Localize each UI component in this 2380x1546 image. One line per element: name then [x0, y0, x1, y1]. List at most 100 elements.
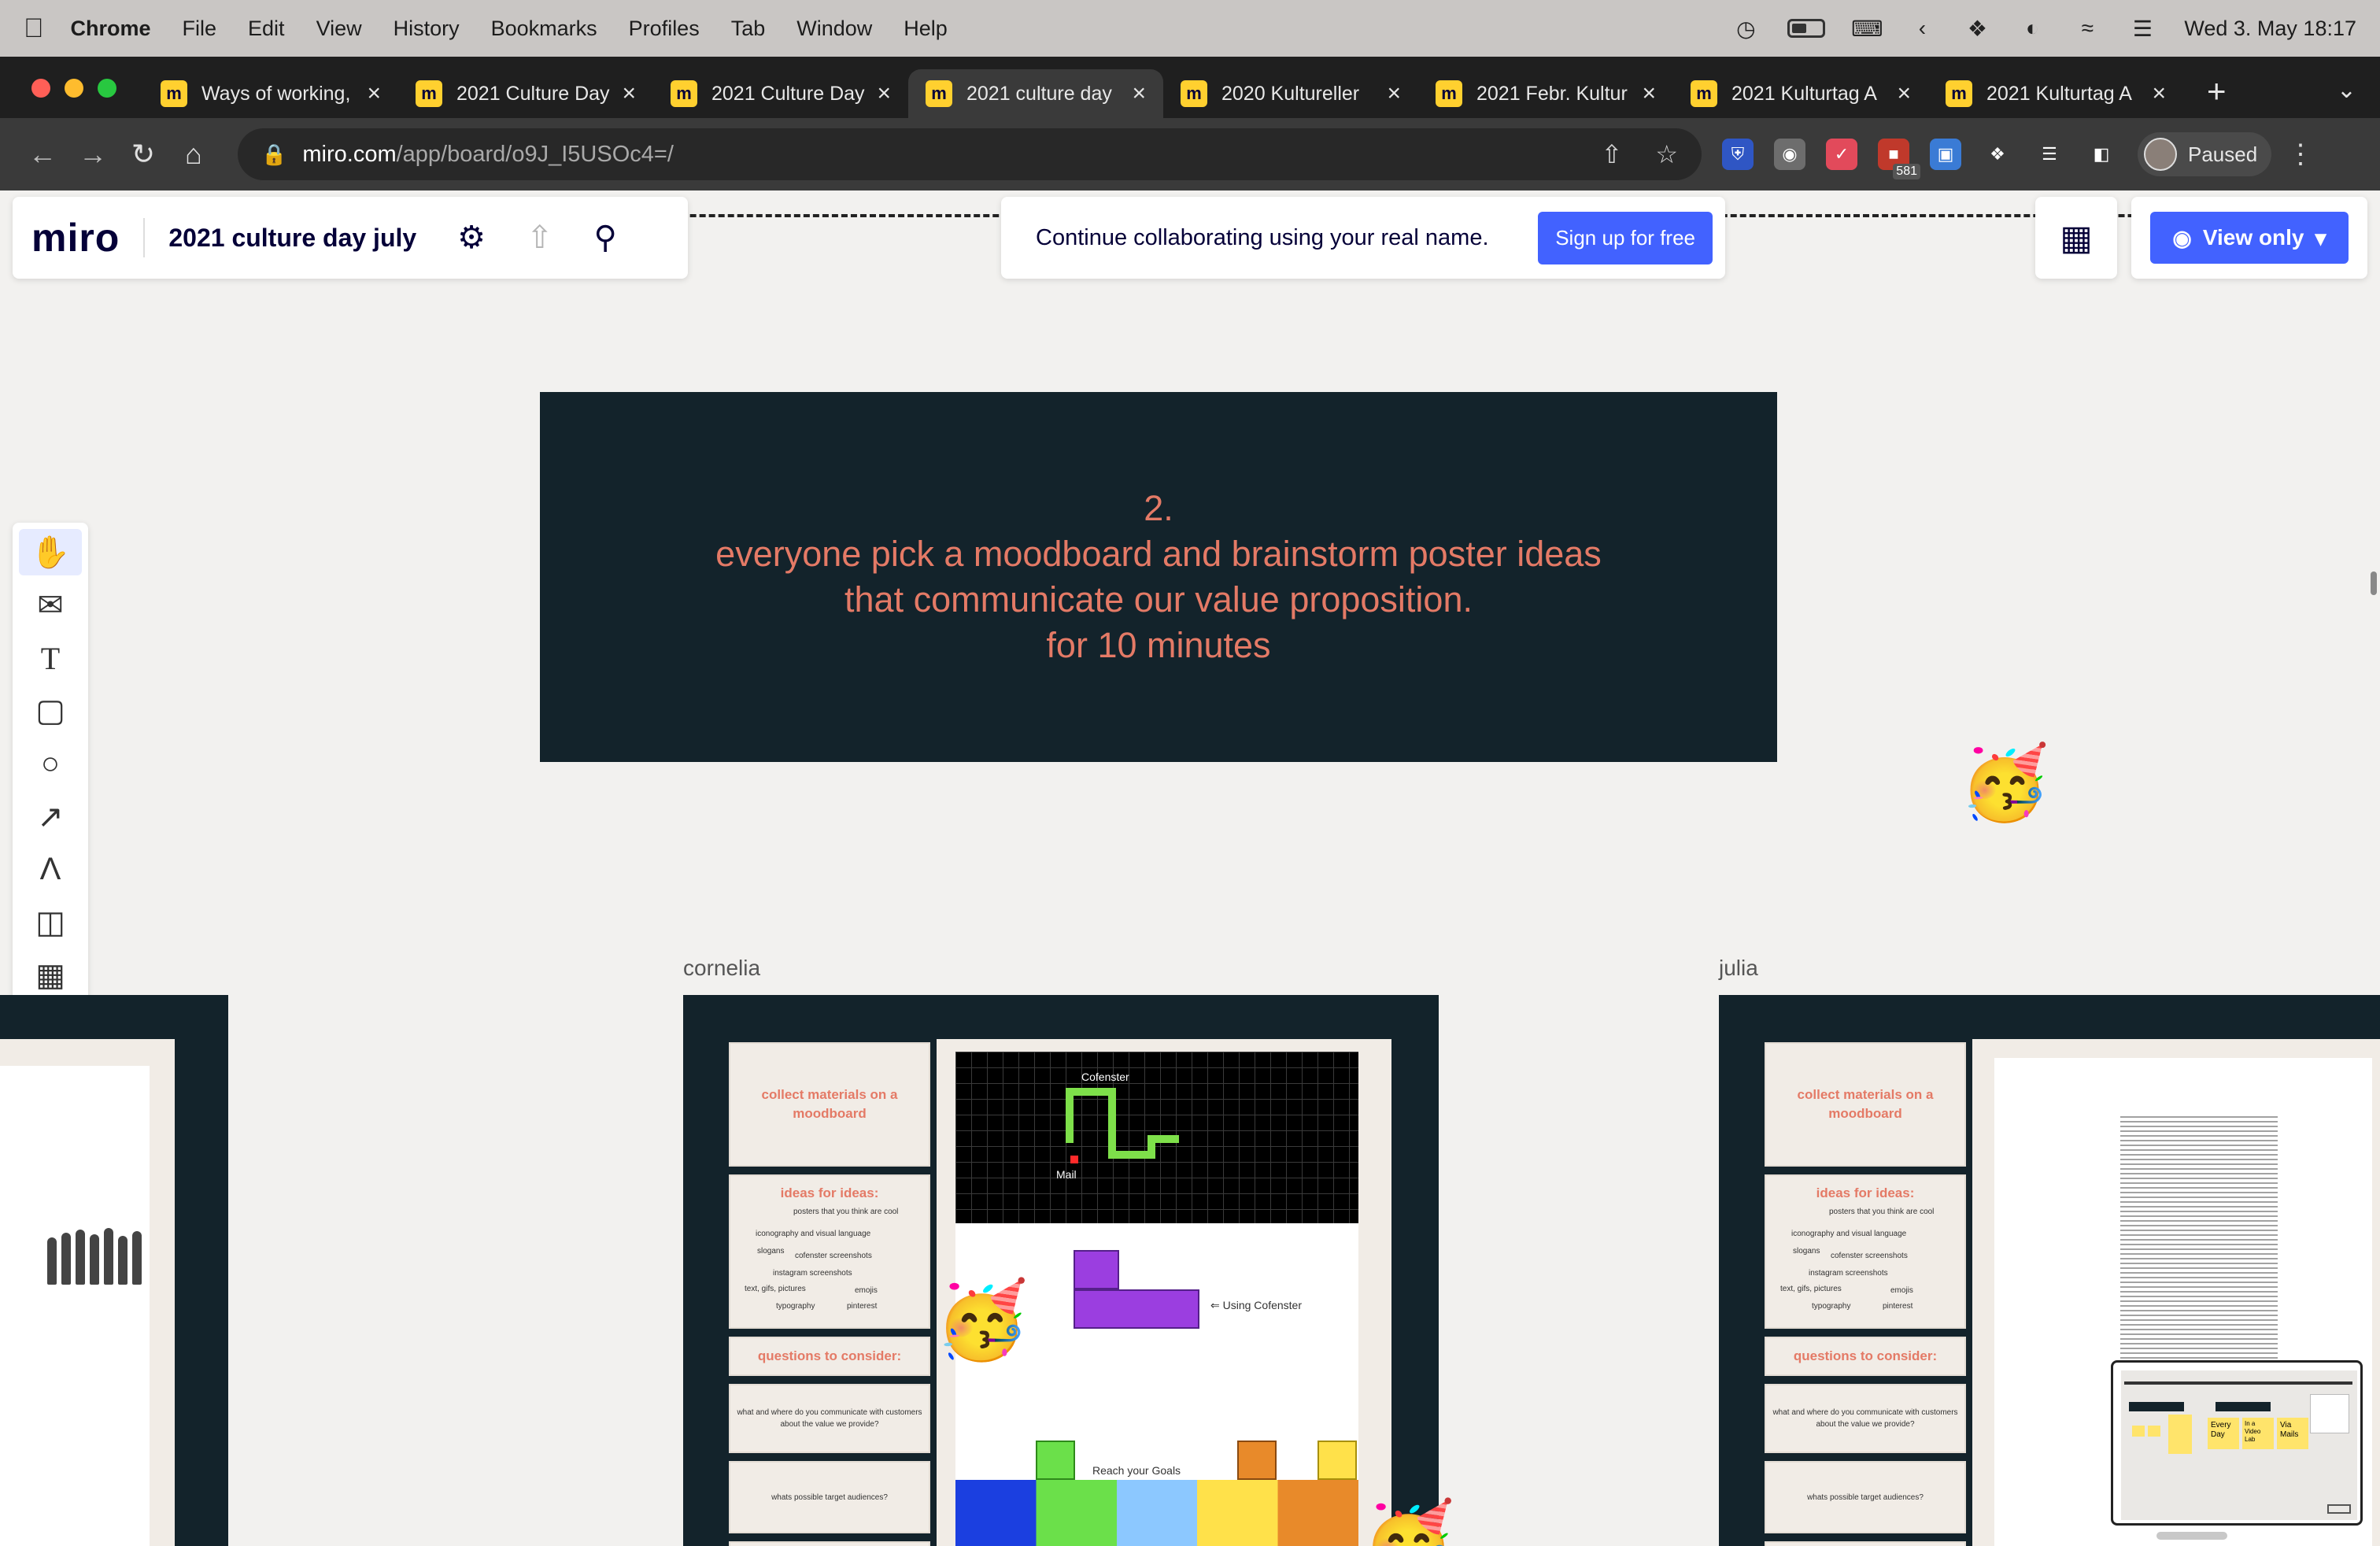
hand-tool-icon[interactable]: ✋ — [19, 529, 82, 576]
vertical-scrollbar[interactable] — [2371, 571, 2377, 595]
chevron-left-icon[interactable]: ‹ — [1909, 16, 1935, 40]
menu-tab[interactable]: Tab — [731, 17, 766, 41]
tab-close-icon[interactable]: × — [877, 80, 891, 107]
tab-2[interactable]: m 2021 Culture Day × — [398, 69, 653, 118]
time-machine-icon[interactable]: ◷ — [1732, 17, 1759, 41]
media-queue-icon[interactable]: ☰ — [2034, 139, 2065, 170]
miro-canvas[interactable]: miro 2021 culture day july ⚙ ⇧ ⚲ Continu… — [0, 190, 2380, 1546]
tab-close-icon[interactable]: × — [1642, 80, 1656, 107]
divider — [143, 218, 146, 257]
tab-3[interactable]: m 2021 Culture Day × — [653, 69, 908, 118]
tab-close-icon[interactable]: × — [367, 80, 381, 107]
menu-history[interactable]: History — [394, 17, 460, 41]
tab-search-chevron-icon[interactable]: ⌄ — [2337, 76, 2380, 118]
sign-up-button[interactable]: Sign up for free — [1538, 211, 1713, 264]
keyboard-icon[interactable]: ⌨ — [1851, 17, 1883, 41]
profile-button[interactable]: Paused — [2138, 132, 2271, 176]
partying-face-emoji[interactable]: 🥳 — [1960, 742, 2050, 826]
battery-icon[interactable] — [1787, 19, 1826, 38]
clock[interactable]: Wed 3. May 18:17 — [2184, 17, 2356, 41]
view-only-button[interactable]: ◉ View only ▾ — [2150, 212, 2349, 264]
tab-5[interactable]: m 2020 Kultureller × — [1163, 69, 1418, 118]
share-icon[interactable]: ⇧ — [1602, 139, 1623, 169]
templates-icon[interactable]: ◫ — [19, 899, 82, 945]
frame-label-cornelia[interactable]: cornelia — [683, 956, 760, 981]
frame-cornelia[interactable]: collect materials on a moodboard ideas f… — [683, 995, 1439, 1546]
forward-icon[interactable]: → — [68, 129, 118, 179]
extensions-puzzle-icon[interactable]: ❖ — [1982, 139, 2013, 170]
partying-face-emoji[interactable]: 🥳 — [935, 1277, 1029, 1365]
vpn-icon[interactable]: ◐ — [2019, 16, 2046, 40]
instruction-banner[interactable]: 2. everyone pick a moodboard and brainst… — [540, 392, 1777, 762]
tab-7[interactable]: m 2021 Kulturtag A × — [1673, 69, 1928, 118]
zoom-window-button[interactable] — [98, 79, 116, 98]
snake-game-image: Cofenster Mail — [955, 1052, 1358, 1223]
comment-tool-icon[interactable]: ✉ — [19, 582, 82, 628]
close-window-button[interactable] — [31, 79, 50, 98]
screen-capture-icon[interactable]: ▣ — [1930, 139, 1961, 170]
incognito-ext-icon[interactable]: ◉ — [1774, 139, 1805, 170]
tab-close-icon[interactable]: × — [1132, 80, 1146, 107]
snake-segment — [1066, 1088, 1074, 1143]
new-tab-button[interactable]: + — [2183, 72, 2250, 118]
extension-badge: 581 — [1893, 164, 1920, 179]
tab-title: 2021 Kulturtag A — [1986, 82, 2132, 105]
ublock-icon[interactable]: ■ 581 — [1878, 139, 1920, 179]
menu-edit[interactable]: Edit — [248, 17, 285, 41]
chrome-menu-icon[interactable]: ⋮ — [2287, 139, 2314, 170]
text-tool-icon[interactable]: T — [19, 634, 82, 681]
minimize-window-button[interactable] — [65, 79, 83, 98]
minimap[interactable]: Every Day In a Video Lab Via Mails — [2111, 1360, 2363, 1526]
bitwarden-icon[interactable]: ⛨ — [1722, 139, 1754, 170]
export-upload-icon[interactable]: ⇧ — [527, 220, 553, 256]
home-icon[interactable]: ⌂ — [168, 129, 219, 179]
partying-face-emoji[interactable]: 🥳 — [1362, 1497, 1456, 1546]
tab-close-icon[interactable]: × — [622, 80, 636, 107]
apps-icon[interactable]: ▦ — [2035, 197, 2117, 279]
control-center-icon[interactable]: ☰ — [2129, 17, 2156, 41]
questions-title: questions to consider: — [1793, 1348, 1938, 1363]
banner-line: for 10 minutes — [1046, 625, 1271, 665]
apple-icon[interactable]:  — [24, 13, 44, 44]
menu-window[interactable]: Window — [796, 17, 872, 41]
pen-tool-icon[interactable]: Λ — [19, 846, 82, 893]
minimap-sticky — [2148, 1426, 2160, 1437]
menu-bookmarks[interactable]: Bookmarks — [491, 17, 597, 41]
minimap-toggle-icon[interactable] — [2327, 1504, 2351, 1514]
tab-close-icon[interactable]: × — [2152, 80, 2166, 107]
menu-view[interactable]: View — [316, 17, 362, 41]
frame-tool-icon[interactable]: ▦ — [19, 952, 82, 999]
arrow-tool-icon[interactable]: ↗ — [19, 793, 82, 840]
settings-gear-icon[interactable]: ⚙ — [457, 220, 486, 256]
address-bar[interactable]: 🔒 miro.com/app/board/o9J_I5USOc4=/ ⇧ ☆ — [238, 128, 1702, 180]
miro-logo[interactable]: miro — [31, 215, 120, 261]
lock-icon[interactable]: 🔒 — [261, 142, 286, 167]
tab-close-icon[interactable]: × — [1897, 80, 1911, 107]
team-photo[interactable] — [0, 1220, 157, 1285]
shapes-icon[interactable]: ○ — [19, 741, 82, 787]
menu-file[interactable]: File — [183, 17, 217, 41]
miro-favicon-icon: m — [161, 80, 187, 107]
side-panel-icon[interactable]: ◧ — [2086, 139, 2117, 170]
board-name[interactable]: 2021 culture day july — [168, 224, 416, 253]
tab-close-icon[interactable]: × — [1387, 80, 1401, 107]
menu-app-chrome[interactable]: Chrome — [71, 17, 151, 41]
menu-profiles[interactable]: Profiles — [629, 17, 700, 41]
tab-4-active[interactable]: m 2021 culture day × — [908, 69, 1163, 118]
menu-help[interactable]: Help — [904, 17, 948, 41]
frame-label-julia[interactable]: julia — [1719, 956, 1758, 981]
sticky-note-icon[interactable]: ▢ — [19, 688, 82, 734]
tab-8[interactable]: m 2021 Kulturtag A × — [1928, 69, 2183, 118]
card-ideas: ideas for ideas: posters that you think … — [729, 1174, 930, 1329]
wifi-icon[interactable]: ≈ — [2074, 16, 2101, 40]
tab-6[interactable]: m 2021 Febr. Kultur × — [1418, 69, 1673, 118]
pocket-icon[interactable]: ✓ — [1826, 139, 1857, 170]
back-icon[interactable]: ← — [17, 129, 68, 179]
horizontal-scrollbar[interactable] — [2156, 1532, 2227, 1540]
wireless-icon[interactable]: ❖ — [1964, 17, 1990, 41]
tab-title: 2021 Kulturtag A — [1731, 82, 1877, 105]
tab-1[interactable]: m Ways of working, × — [143, 69, 398, 118]
bookmark-star-icon[interactable]: ☆ — [1655, 139, 1678, 169]
search-icon[interactable]: ⚲ — [594, 220, 617, 256]
reload-icon[interactable]: ↻ — [118, 129, 168, 179]
